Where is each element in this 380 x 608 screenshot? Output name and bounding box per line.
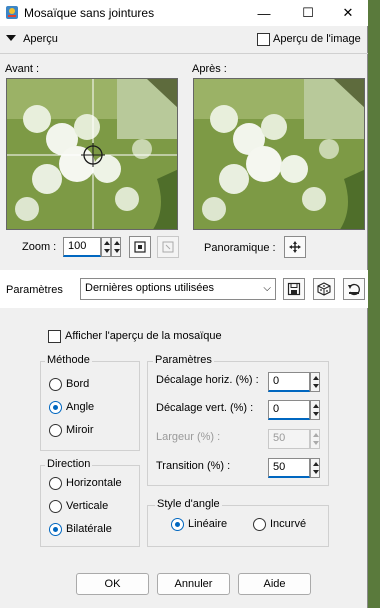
method-label-angle: Angle (66, 401, 95, 413)
flower-image-result (194, 79, 364, 229)
corner-radio-lineaire[interactable] (171, 518, 184, 531)
v-offset-label: Décalage vert. (%) : (156, 402, 254, 414)
maximize-button[interactable]: ☐ (288, 0, 328, 26)
h-offset-input[interactable]: 0 (268, 372, 310, 392)
method-label-miroir: Miroir (66, 424, 94, 436)
method-radio-angle[interactable] (49, 401, 62, 414)
image-preview-label: Aperçu de l'image (273, 33, 361, 45)
cancel-button[interactable]: Annuler (157, 573, 230, 595)
after-label: Après : (192, 63, 227, 75)
pan-button[interactable] (284, 236, 306, 258)
mosaic-preview-checkbox[interactable] (48, 330, 61, 343)
preview-header: Aperçu Aperçu de l'image (0, 28, 368, 52)
direction-label-horizontale: Horizontale (66, 477, 122, 489)
zoom-actual-button[interactable] (157, 236, 179, 258)
width-input[interactable]: 50 (268, 429, 310, 449)
width-label: Largeur (%) : (156, 431, 221, 443)
corner-radio-incurve[interactable] (253, 518, 266, 531)
move-icon (289, 241, 301, 253)
mosaic-preview-label: Afficher l'aperçu de la mosaïque (65, 330, 222, 342)
presets-label: Paramètres (6, 284, 63, 296)
caret-down-icon (6, 35, 16, 42)
dice-icon (317, 282, 331, 296)
direction-label-bilaterale: Bilatérale (66, 523, 112, 535)
params-title: Paramètres (153, 354, 214, 366)
corner-label-incurve: Incurvé (270, 518, 307, 530)
method-radio-bord[interactable] (49, 378, 62, 391)
reset-button[interactable] (343, 278, 365, 300)
direction-radio-verticale[interactable] (49, 500, 62, 513)
method-title: Méthode (45, 354, 92, 366)
method-radio-miroir[interactable] (49, 424, 62, 437)
direction-title: Direction (45, 458, 93, 470)
zoom-stepper[interactable] (101, 237, 111, 257)
zoom-label: Zoom : (22, 241, 57, 253)
v-offset-stepper[interactable] (310, 400, 320, 420)
window-title: Mosaïque sans jointures (24, 6, 155, 20)
image-preview-checkbox[interactable] (257, 33, 270, 46)
h-offset-label: Décalage horiz. (%) : (156, 374, 259, 386)
randomize-button[interactable] (313, 278, 335, 300)
pan-label: Panoramique : (204, 242, 276, 254)
method-label-bord: Bord (66, 378, 90, 390)
direction-radio-bilaterale[interactable] (49, 523, 62, 536)
corner-label-lineaire: Linéaire (188, 518, 228, 530)
transition-input[interactable]: 50 (268, 458, 310, 478)
h-offset-stepper[interactable] (310, 372, 320, 392)
separator (0, 53, 368, 54)
direction-label-verticale: Verticale (66, 500, 109, 512)
corner-style-title: Style d'angle (155, 498, 222, 510)
ok-button[interactable]: OK (76, 573, 149, 595)
actual-size-icon (162, 241, 174, 253)
transition-label: Transition (%) : (156, 460, 231, 472)
save-icon (287, 282, 301, 296)
before-label: Avant : (5, 63, 40, 75)
zoom-dropdown[interactable] (111, 237, 121, 257)
app-icon (5, 5, 19, 20)
v-offset-input[interactable]: 0 (268, 400, 310, 420)
fit-icon (134, 241, 146, 253)
chevron-down-icon: ⌵ (263, 283, 271, 294)
close-button[interactable]: ✕ (328, 0, 368, 26)
preview-toggle-label: Aperçu (23, 33, 58, 45)
dialog-window: Mosaïque sans jointures — ☐ ✕ Aperçu Ape… (0, 0, 368, 608)
preview-toggle[interactable]: Aperçu (6, 33, 58, 45)
help-button[interactable]: Aide (238, 573, 311, 595)
zoom-input[interactable]: 100 (63, 237, 101, 257)
after-preview (193, 78, 365, 230)
presets-selected: Dernières options utilisées (85, 282, 215, 294)
transition-stepper[interactable] (310, 458, 320, 478)
save-preset-button[interactable] (283, 278, 305, 300)
presets-dropdown[interactable]: Dernières options utilisées ⌵ (80, 278, 276, 300)
minimize-button[interactable]: — (244, 0, 284, 26)
flower-image (7, 79, 177, 229)
zoom-fit-button[interactable] (129, 236, 151, 258)
before-preview[interactable] (6, 78, 178, 230)
width-stepper[interactable] (310, 429, 320, 449)
direction-radio-horizontale[interactable] (49, 477, 62, 490)
reset-icon (348, 283, 360, 296)
title-bar[interactable]: Mosaïque sans jointures — ☐ ✕ (0, 0, 368, 26)
